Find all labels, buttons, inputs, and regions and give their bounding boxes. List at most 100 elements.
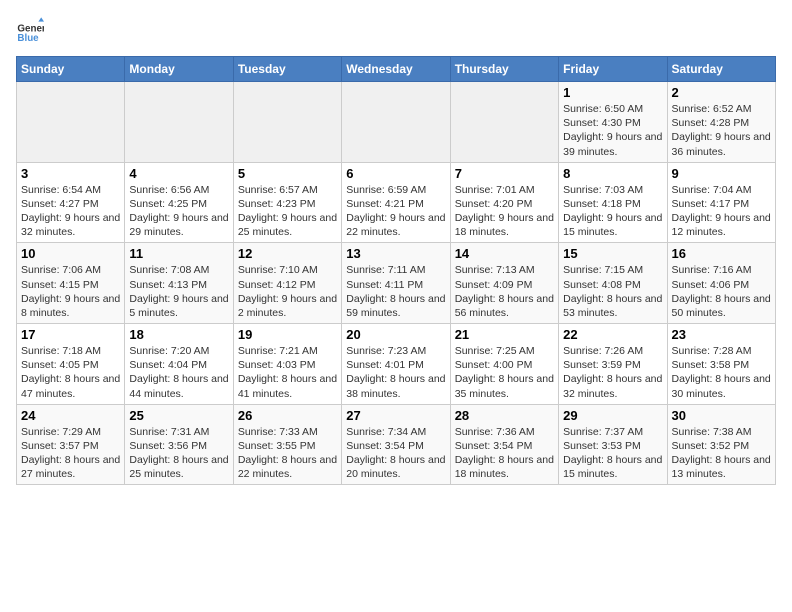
day-number: 20 xyxy=(346,327,445,342)
table-row: 15 Sunrise: 7:15 AM Sunset: 4:08 PM Dayli… xyxy=(559,243,667,324)
day-info: Sunrise: 6:57 AM Sunset: 4:23 PM Dayligh… xyxy=(238,183,337,240)
table-row: 17Sunrise: 7:18 AM Sunset: 4:05 PM Dayli… xyxy=(17,324,125,405)
day-info: Sunrise: 7:06 AM Sunset: 4:15 PM Dayligh… xyxy=(21,263,120,320)
day-number: 30 xyxy=(672,408,771,423)
table-row xyxy=(17,82,125,163)
day-info: Sunrise: 7:10 AM Sunset: 4:12 PM Dayligh… xyxy=(238,263,337,320)
day-number: 7 xyxy=(455,166,554,181)
day-info: Sunrise: 7:13 AM Sunset: 4:09 PM Dayligh… xyxy=(455,263,554,320)
table-row: 14 Sunrise: 7:13 AM Sunset: 4:09 PM Dayli… xyxy=(450,243,558,324)
table-row: 4 Sunrise: 6:56 AM Sunset: 4:25 PM Daylig… xyxy=(125,162,233,243)
table-row: 26 Sunrise: 7:33 AM Sunset: 3:55 PM Dayli… xyxy=(233,404,341,485)
calendar-week-3: 10Sunrise: 7:06 AM Sunset: 4:15 PM Dayli… xyxy=(17,243,776,324)
day-number: 18 xyxy=(129,327,228,342)
table-row: 20 Sunrise: 7:23 AM Sunset: 4:01 PM Dayli… xyxy=(342,324,450,405)
weekday-header-tuesday: Tuesday xyxy=(233,57,341,82)
table-row: 19 Sunrise: 7:21 AM Sunset: 4:03 PM Dayli… xyxy=(233,324,341,405)
table-row: 24 Sunrise: 7:29 AM Sunset: 3:57 PM Dayli… xyxy=(17,404,125,485)
day-info: Sunrise: 7:33 AM Sunset: 3:55 PM Dayligh… xyxy=(238,425,337,482)
day-number: 13 xyxy=(346,246,445,261)
weekday-header-friday: Friday xyxy=(559,57,667,82)
table-row: 30 Sunrise: 7:38 AM Sunset: 3:52 PM Dayli… xyxy=(667,404,775,485)
table-row: 21Sunrise: 7:25 AM Sunset: 4:00 PM Dayli… xyxy=(450,324,558,405)
day-number: 26 xyxy=(238,408,337,423)
table-row: 23 Sunrise: 7:28 AM Sunset: 3:58 PM Dayli… xyxy=(667,324,775,405)
calendar-table: SundayMondayTuesdayWednesdayThursdayFrid… xyxy=(16,56,776,485)
table-row: 29 Sunrise: 7:37 AM Sunset: 3:53 PM Dayli… xyxy=(559,404,667,485)
calendar-header: SundayMondayTuesdayWednesdayThursdayFrid… xyxy=(17,57,776,82)
day-number: 3 xyxy=(21,166,120,181)
table-row: 27 Sunrise: 7:34 AM Sunset: 3:54 PM Dayli… xyxy=(342,404,450,485)
day-number: 4 xyxy=(129,166,228,181)
calendar-week-5: 24 Sunrise: 7:29 AM Sunset: 3:57 PM Dayli… xyxy=(17,404,776,485)
day-number: 24 xyxy=(21,408,120,423)
day-number: 2 xyxy=(672,85,771,100)
weekday-header-row: SundayMondayTuesdayWednesdayThursdayFrid… xyxy=(17,57,776,82)
table-row: 18 Sunrise: 7:20 AM Sunset: 4:04 PM Dayli… xyxy=(125,324,233,405)
day-info: Sunrise: 7:21 AM Sunset: 4:03 PM Dayligh… xyxy=(238,344,337,401)
day-number: 23 xyxy=(672,327,771,342)
logo-icon: General Blue xyxy=(16,16,44,44)
table-row: 7 Sunrise: 7:01 AM Sunset: 4:20 PM Daylig… xyxy=(450,162,558,243)
table-row xyxy=(233,82,341,163)
weekday-header-sunday: Sunday xyxy=(17,57,125,82)
day-info: Sunrise: 6:50 AM Sunset: 4:30 PM Dayligh… xyxy=(563,102,662,159)
day-number: 8 xyxy=(563,166,662,181)
day-number: 25 xyxy=(129,408,228,423)
table-row: 6 Sunrise: 6:59 AM Sunset: 4:21 PM Daylig… xyxy=(342,162,450,243)
calendar-week-2: 3 Sunrise: 6:54 AM Sunset: 4:27 PM Daylig… xyxy=(17,162,776,243)
table-row: 25 Sunrise: 7:31 AM Sunset: 3:56 PM Dayli… xyxy=(125,404,233,485)
table-row: 11 Sunrise: 7:08 AM Sunset: 4:13 PM Dayli… xyxy=(125,243,233,324)
day-info: Sunrise: 7:03 AM Sunset: 4:18 PM Dayligh… xyxy=(563,183,662,240)
day-info: Sunrise: 7:36 AM Sunset: 3:54 PM Dayligh… xyxy=(455,425,554,482)
day-number: 6 xyxy=(346,166,445,181)
day-info: Sunrise: 7:28 AM Sunset: 3:58 PM Dayligh… xyxy=(672,344,771,401)
table-row: 9Sunrise: 7:04 AM Sunset: 4:17 PM Daylig… xyxy=(667,162,775,243)
day-number: 22 xyxy=(563,327,662,342)
day-number: 5 xyxy=(238,166,337,181)
day-info: Sunrise: 7:34 AM Sunset: 3:54 PM Dayligh… xyxy=(346,425,445,482)
day-number: 9 xyxy=(672,166,771,181)
day-number: 12 xyxy=(238,246,337,261)
weekday-header-monday: Monday xyxy=(125,57,233,82)
weekday-header-saturday: Saturday xyxy=(667,57,775,82)
day-info: Sunrise: 7:37 AM Sunset: 3:53 PM Dayligh… xyxy=(563,425,662,482)
weekday-header-thursday: Thursday xyxy=(450,57,558,82)
day-info: Sunrise: 7:38 AM Sunset: 3:52 PM Dayligh… xyxy=(672,425,771,482)
day-info: Sunrise: 7:16 AM Sunset: 4:06 PM Dayligh… xyxy=(672,263,771,320)
day-info: Sunrise: 6:59 AM Sunset: 4:21 PM Dayligh… xyxy=(346,183,445,240)
svg-text:Blue: Blue xyxy=(17,33,39,44)
day-number: 28 xyxy=(455,408,554,423)
day-info: Sunrise: 7:08 AM Sunset: 4:13 PM Dayligh… xyxy=(129,263,228,320)
day-number: 29 xyxy=(563,408,662,423)
table-row: 22 Sunrise: 7:26 AM Sunset: 3:59 PM Dayli… xyxy=(559,324,667,405)
day-info: Sunrise: 6:52 AM Sunset: 4:28 PM Dayligh… xyxy=(672,102,771,159)
day-info: Sunrise: 6:54 AM Sunset: 4:27 PM Dayligh… xyxy=(21,183,120,240)
day-info: Sunrise: 7:01 AM Sunset: 4:20 PM Dayligh… xyxy=(455,183,554,240)
calendar-week-1: 1 Sunrise: 6:50 AM Sunset: 4:30 PM Daylig… xyxy=(17,82,776,163)
table-row xyxy=(125,82,233,163)
table-row: 1 Sunrise: 6:50 AM Sunset: 4:30 PM Daylig… xyxy=(559,82,667,163)
table-row: 5 Sunrise: 6:57 AM Sunset: 4:23 PM Daylig… xyxy=(233,162,341,243)
day-info: Sunrise: 7:20 AM Sunset: 4:04 PM Dayligh… xyxy=(129,344,228,401)
day-info: Sunrise: 7:26 AM Sunset: 3:59 PM Dayligh… xyxy=(563,344,662,401)
day-number: 17 xyxy=(21,327,120,342)
day-number: 1 xyxy=(563,85,662,100)
day-info: Sunrise: 7:23 AM Sunset: 4:01 PM Dayligh… xyxy=(346,344,445,401)
day-info: Sunrise: 7:29 AM Sunset: 3:57 PM Dayligh… xyxy=(21,425,120,482)
table-row xyxy=(342,82,450,163)
day-info: Sunrise: 7:15 AM Sunset: 4:08 PM Dayligh… xyxy=(563,263,662,320)
day-number: 19 xyxy=(238,327,337,342)
day-number: 16 xyxy=(672,246,771,261)
day-number: 11 xyxy=(129,246,228,261)
calendar-week-4: 17Sunrise: 7:18 AM Sunset: 4:05 PM Dayli… xyxy=(17,324,776,405)
day-number: 14 xyxy=(455,246,554,261)
day-number: 21 xyxy=(455,327,554,342)
table-row: 13Sunrise: 7:11 AM Sunset: 4:11 PM Dayli… xyxy=(342,243,450,324)
table-row: 3 Sunrise: 6:54 AM Sunset: 4:27 PM Daylig… xyxy=(17,162,125,243)
table-row: 16 Sunrise: 7:16 AM Sunset: 4:06 PM Dayli… xyxy=(667,243,775,324)
day-info: Sunrise: 6:56 AM Sunset: 4:25 PM Dayligh… xyxy=(129,183,228,240)
day-number: 27 xyxy=(346,408,445,423)
day-number: 15 xyxy=(563,246,662,261)
day-info: Sunrise: 7:31 AM Sunset: 3:56 PM Dayligh… xyxy=(129,425,228,482)
